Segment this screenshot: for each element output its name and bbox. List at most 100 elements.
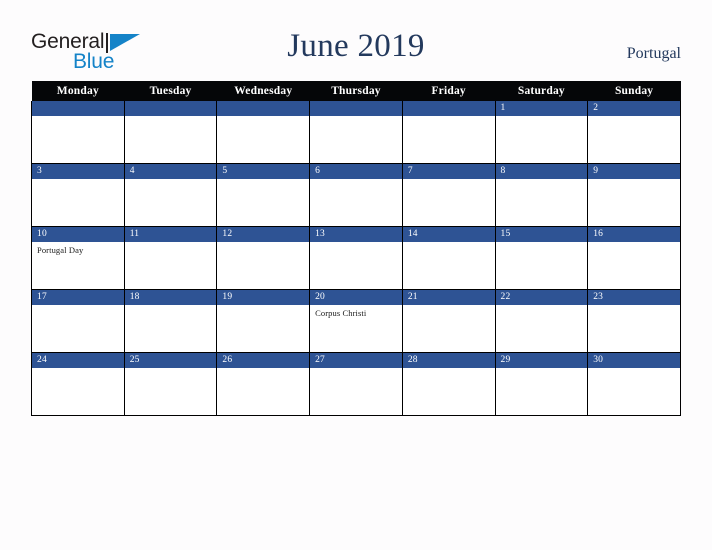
- calendar-day-cell[interactable]: 18: [123, 289, 218, 353]
- calendar-day-cell[interactable]: 21: [401, 289, 496, 353]
- day-number: 22: [495, 290, 588, 305]
- calendar-day-cell[interactable]: 19: [216, 289, 311, 353]
- weekday-header-thursday: Thursday: [309, 81, 403, 101]
- calendar-day-cell[interactable]: 23: [587, 289, 681, 353]
- day-events: [125, 368, 217, 371]
- day-number: 18: [124, 290, 217, 305]
- calendar-day-cell[interactable]: 7: [401, 163, 496, 227]
- calendar-day-cell[interactable]: 28: [401, 352, 496, 416]
- calendar-day-cell[interactable]: 30: [587, 352, 681, 416]
- calendar-day-cell[interactable]: 5: [216, 163, 311, 227]
- day-number: 2: [588, 101, 680, 116]
- day-events: [310, 179, 402, 182]
- calendar-day-cell[interactable]: 16: [587, 226, 681, 290]
- calendar-day-cell[interactable]: 6: [309, 163, 403, 227]
- day-events: [217, 305, 309, 308]
- calendar-day-cell[interactable]: 14: [401, 226, 496, 290]
- day-number: 23: [588, 290, 680, 305]
- calendar-week-row: 3456789: [31, 163, 681, 227]
- calendar-day-cell[interactable]: 9: [587, 163, 681, 227]
- day-number: 12: [217, 227, 310, 242]
- day-number: [310, 101, 402, 116]
- day-events: [32, 179, 124, 182]
- calendar-week-row: 12: [31, 101, 681, 164]
- calendar-day-cell[interactable]: 8: [494, 163, 589, 227]
- calendar-page: General Blue June 2019 Portugal Monday T…: [0, 0, 712, 550]
- day-number: 7: [402, 164, 495, 179]
- calendar-event[interactable]: Portugal Day: [37, 245, 120, 256]
- day-events: [588, 242, 680, 245]
- calendar-day-cell[interactable]: [401, 101, 496, 164]
- country-label: Portugal: [626, 45, 681, 62]
- day-events: [125, 242, 217, 245]
- day-number: 11: [124, 227, 217, 242]
- calendar-week-row: 17 18 19 20 Corpus Christi 21 22 23: [31, 289, 681, 353]
- calendar-day-cell[interactable]: 20 Corpus Christi: [309, 289, 403, 353]
- weekday-header-row: Monday Tuesday Wednesday Thursday Friday…: [31, 81, 681, 101]
- day-events: [310, 242, 402, 245]
- day-number: 1: [495, 101, 588, 116]
- day-number: [402, 101, 495, 116]
- calendar-day-cell[interactable]: 4: [123, 163, 218, 227]
- day-number: 16: [588, 227, 680, 242]
- day-number: [124, 101, 217, 116]
- day-number: 25: [124, 353, 217, 368]
- day-number: 3: [32, 164, 124, 179]
- day-number: 4: [124, 164, 217, 179]
- calendar-day-cell[interactable]: 22: [494, 289, 589, 353]
- calendar-day-cell[interactable]: 12: [216, 226, 311, 290]
- day-number: [32, 101, 124, 116]
- day-number: 30: [588, 353, 680, 368]
- day-number: 9: [588, 164, 680, 179]
- calendar-day-cell[interactable]: [123, 101, 218, 164]
- day-events: [588, 116, 680, 119]
- day-events: [310, 116, 402, 119]
- day-events: [403, 242, 495, 245]
- day-events: [217, 242, 309, 245]
- weekday-header-sunday: Sunday: [587, 81, 681, 101]
- calendar-day-cell[interactable]: 26: [216, 352, 311, 416]
- calendar-day-cell[interactable]: 25: [123, 352, 218, 416]
- day-number: 6: [310, 164, 402, 179]
- day-number: 20: [310, 290, 402, 305]
- calendar-day-cell[interactable]: 29: [494, 352, 589, 416]
- calendar-day-cell[interactable]: 10 Portugal Day: [31, 226, 125, 290]
- day-events: [32, 116, 124, 119]
- weekday-header-wednesday: Wednesday: [216, 81, 310, 101]
- calendar-day-cell[interactable]: 24: [31, 352, 125, 416]
- calendar-day-cell[interactable]: 1: [494, 101, 589, 164]
- calendar-day-cell[interactable]: 27: [309, 352, 403, 416]
- day-events: [403, 305, 495, 308]
- day-events: [496, 305, 588, 308]
- calendar-day-cell[interactable]: [31, 101, 125, 164]
- calendar-day-cell[interactable]: 13: [309, 226, 403, 290]
- calendar-day-cell[interactable]: [216, 101, 311, 164]
- day-events: [217, 368, 309, 371]
- calendar-day-cell[interactable]: [309, 101, 403, 164]
- day-number: 24: [32, 353, 124, 368]
- day-events: [125, 179, 217, 182]
- calendar-day-cell[interactable]: 15: [494, 226, 589, 290]
- calendar-day-cell[interactable]: 11: [123, 226, 218, 290]
- day-events: [32, 305, 124, 308]
- calendar-day-cell[interactable]: 3: [31, 163, 125, 227]
- day-number: 10: [32, 227, 124, 242]
- calendar-week-row: 10 Portugal Day 11 12 13 14 15 16: [31, 226, 681, 290]
- day-number: 17: [32, 290, 124, 305]
- day-number: [217, 101, 310, 116]
- day-events: [588, 179, 680, 182]
- day-events: [403, 179, 495, 182]
- day-events: [588, 305, 680, 308]
- day-events: [217, 179, 309, 182]
- day-number: 8: [495, 164, 588, 179]
- day-number: 5: [217, 164, 310, 179]
- day-number: 21: [402, 290, 495, 305]
- calendar-day-cell[interactable]: 17: [31, 289, 125, 353]
- calendar-event[interactable]: Corpus Christi: [315, 308, 398, 319]
- day-events: [32, 368, 124, 371]
- weekday-header-monday: Monday: [31, 81, 125, 101]
- calendar-day-cell[interactable]: 2: [587, 101, 681, 164]
- calendar-week-row: 24 25 26 27 28 29 30: [31, 352, 681, 416]
- weekday-header-saturday: Saturday: [495, 81, 588, 101]
- day-number: 29: [495, 353, 588, 368]
